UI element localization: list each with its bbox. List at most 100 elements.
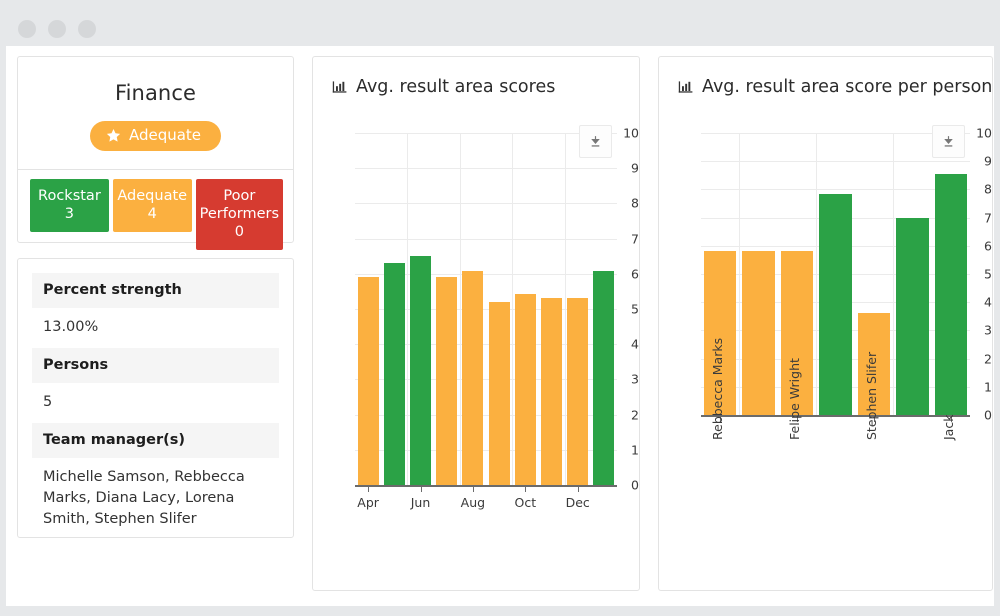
window-dot-3[interactable]: [78, 20, 96, 38]
y-axis-tick-label: 7: [604, 231, 639, 246]
detail-value-percent-strength: 13.00%: [32, 308, 279, 348]
download-icon: [589, 135, 602, 148]
y-gridline: [355, 203, 617, 204]
x-axis-tickmark: [473, 487, 474, 492]
details-list: Percent strength 13.00% Persons 5 Team m…: [18, 259, 293, 540]
detail-header-team-managers: Team manager(s): [32, 423, 279, 458]
chart-card-avg-result-area-scores: Avg. result area scores 012345678910AprJ…: [312, 56, 640, 591]
y-gridline: [701, 161, 970, 162]
y-axis-tick-label: 6: [957, 238, 992, 253]
x-axis-tick-label: Felipe Wright: [787, 358, 802, 440]
team-summary-card: Finance Adequate Rockstar 3 Adequate 4: [17, 56, 294, 243]
chart-1-plot-area: 012345678910AprJunAugOctDec: [313, 121, 639, 590]
y-axis-tick-label: 1: [957, 379, 992, 394]
chart-1-title: Avg. result area scores: [356, 77, 555, 97]
app-window: Finance Adequate Rockstar 3 Adequate 4: [0, 0, 1000, 616]
y-axis-tick-label: 2: [604, 407, 639, 422]
chart-bar[interactable]: [541, 298, 562, 485]
y-axis-tick-label: 1: [604, 442, 639, 457]
x-gridline: [407, 133, 408, 485]
status-badge[interactable]: Adequate: [90, 121, 221, 151]
detail-value-team-managers: Michelle Samson, Rebbecca Marks, Diana L…: [32, 458, 279, 540]
tile-rockstar-label: Rockstar: [34, 187, 105, 205]
chart-1-title-row: Avg. result area scores: [313, 57, 639, 97]
y-axis-tick-label: 7: [957, 210, 992, 225]
y-gridline: [701, 133, 970, 134]
x-gridline: [816, 133, 817, 415]
x-axis-tickmark: [368, 487, 369, 492]
rating-badge-row: Adequate: [18, 121, 293, 151]
y-gridline: [355, 168, 617, 169]
chart-bar[interactable]: [567, 298, 588, 485]
chart-bar[interactable]: [742, 251, 774, 415]
x-axis-tick-label: Stephen Slifer: [864, 352, 879, 440]
y-axis-tick-label: 4: [957, 295, 992, 310]
x-axis-tickmark: [525, 487, 526, 492]
tile-adequate-label: Adequate: [117, 187, 188, 205]
y-axis-tick-label: 5: [957, 267, 992, 282]
detail-value-persons: 5: [32, 383, 279, 423]
y-gridline: [701, 189, 970, 190]
x-axis-tick-label: Oct: [514, 495, 536, 510]
chart-bar[interactable]: [358, 277, 379, 485]
x-axis-tick-label: Aug: [461, 495, 485, 510]
download-icon: [942, 135, 955, 148]
performance-tiles: Rockstar 3 Adequate 4 Poor Performers 0: [30, 179, 283, 250]
window-dot-1[interactable]: [18, 20, 36, 38]
chart-bar[interactable]: [819, 194, 851, 415]
tile-adequate[interactable]: Adequate 4: [113, 179, 192, 232]
chart-bar[interactable]: [896, 218, 928, 415]
y-axis-tick-label: 5: [604, 302, 639, 317]
x-gridline: [893, 133, 894, 415]
team-details-card: Percent strength 13.00% Persons 5 Team m…: [17, 258, 294, 538]
y-axis-tick-label: 8: [604, 196, 639, 211]
x-gridline: [739, 133, 740, 415]
window-dot-2[interactable]: [48, 20, 66, 38]
download-button[interactable]: [932, 125, 965, 158]
chart-2-title-row: Avg. result area score per person: [659, 57, 992, 97]
x-axis-tick-label: Rebbecca Marks: [710, 338, 725, 440]
y-axis-tick-label: 3: [957, 323, 992, 338]
window-controls: [18, 20, 96, 38]
page-title: Finance: [18, 57, 293, 105]
x-gridline: [565, 133, 566, 485]
bar-chart-icon: [678, 79, 694, 95]
x-axis-tick-label: Dec: [566, 495, 590, 510]
detail-header-percent-strength: Percent strength: [32, 273, 279, 308]
tile-poor-performers[interactable]: Poor Performers 0: [196, 179, 283, 250]
chart-bar[interactable]: [410, 256, 431, 486]
x-axis-line: [701, 415, 970, 417]
tile-poor-performers-count: 0: [200, 223, 279, 241]
plot-region: [355, 133, 617, 485]
x-axis-tickmark: [421, 487, 422, 492]
chart-bar[interactable]: [384, 263, 405, 485]
chart-bar[interactable]: [462, 271, 483, 485]
chart-bar[interactable]: [515, 294, 536, 485]
tile-poor-performers-label: Poor Performers: [200, 187, 279, 223]
x-axis-tick-label: Jack: [941, 415, 956, 440]
tile-adequate-count: 4: [117, 205, 188, 223]
y-axis-tick-label: 6: [604, 266, 639, 281]
plot-region: [701, 133, 970, 415]
window-titlebar: [0, 0, 1000, 46]
chart-2-title: Avg. result area score per person: [702, 77, 992, 97]
y-axis-tick-label: 3: [604, 372, 639, 387]
download-button[interactable]: [579, 125, 612, 158]
y-gridline: [355, 133, 617, 134]
detail-header-persons: Persons: [32, 348, 279, 383]
x-axis-tickmark: [578, 487, 579, 492]
y-axis-tick-label: 4: [604, 337, 639, 352]
status-badge-label: Adequate: [129, 128, 201, 143]
chart-card-avg-result-area-score-per-person: Avg. result area score per person 012345…: [658, 56, 993, 591]
tile-rockstar-count: 3: [34, 205, 105, 223]
chart-2-plot-area: 012345678910Rebbecca MarksFelipe WrightS…: [659, 121, 992, 590]
tile-rockstar[interactable]: Rockstar 3: [30, 179, 109, 232]
y-gridline: [355, 239, 617, 240]
chart-bar[interactable]: [436, 277, 457, 485]
x-gridline: [460, 133, 461, 485]
bar-chart-icon: [332, 79, 348, 95]
card-divider: [18, 169, 293, 170]
chart-bar[interactable]: [489, 302, 510, 485]
y-axis-tick-label: 9: [604, 161, 639, 176]
x-axis-tick-label: Jun: [411, 495, 431, 510]
